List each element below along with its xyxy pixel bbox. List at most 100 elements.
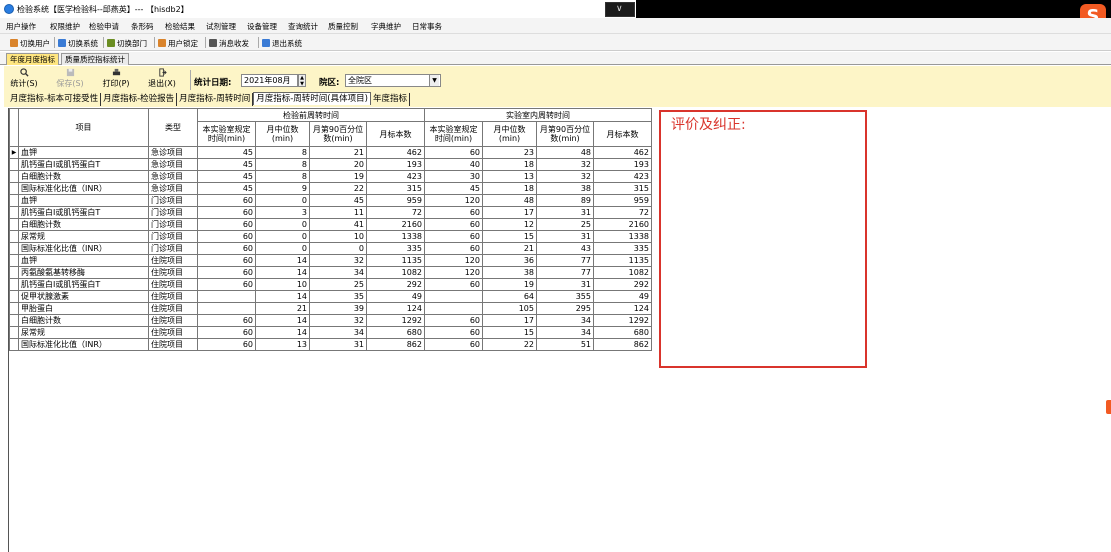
column-header-in-2[interactable]: 月第90百分位数(min) bbox=[536, 121, 594, 147]
cell-pre-1[interactable]: 0 bbox=[255, 230, 310, 243]
cell-in-3[interactable]: 462 bbox=[593, 146, 652, 159]
cell-item[interactable]: 血钾 bbox=[18, 146, 149, 159]
cell-type[interactable]: 急诊项目 bbox=[148, 146, 198, 159]
cell-pre-3[interactable]: 462 bbox=[366, 146, 425, 159]
toolbar-button-0[interactable]: 切换用户 bbox=[10, 38, 50, 49]
cell-in-2[interactable]: 43 bbox=[536, 242, 594, 255]
cell-pre-0[interactable]: 60 bbox=[197, 314, 256, 327]
row-indicator[interactable] bbox=[9, 338, 19, 351]
cell-pre-3[interactable]: 292 bbox=[366, 278, 425, 291]
cell-pre-0[interactable]: 60 bbox=[197, 218, 256, 231]
cell-type[interactable]: 急诊项目 bbox=[148, 158, 198, 171]
cell-in-2[interactable]: 38 bbox=[536, 182, 594, 195]
cell-pre-2[interactable]: 19 bbox=[309, 170, 367, 183]
table-row[interactable]: ▶ 血钾 急诊项目 45 8 21 462 60 23 48 462 bbox=[9, 146, 652, 159]
cell-pre-3[interactable]: 49 bbox=[366, 290, 425, 303]
sub-tab-4[interactable]: 年度指标 bbox=[371, 93, 410, 106]
cell-type[interactable]: 急诊项目 bbox=[148, 182, 198, 195]
save-button[interactable]: 保存(S) bbox=[50, 68, 90, 89]
cell-type[interactable]: 门诊项目 bbox=[148, 242, 198, 255]
cell-in-2[interactable]: 31 bbox=[536, 230, 594, 243]
cell-pre-1[interactable]: 14 bbox=[255, 254, 310, 267]
row-indicator[interactable] bbox=[9, 230, 19, 243]
cell-pre-1[interactable]: 21 bbox=[255, 302, 310, 315]
toolbar-button-5[interactable]: 退出系统 bbox=[262, 38, 302, 49]
cell-in-3[interactable]: 959 bbox=[593, 194, 652, 207]
cell-in-1[interactable]: 21 bbox=[482, 242, 537, 255]
table-row[interactable]: 促甲状腺激素 住院项目 14 35 49 64 355 49 bbox=[9, 290, 652, 303]
cell-in-0[interactable]: 60 bbox=[424, 146, 483, 159]
row-indicator[interactable] bbox=[9, 158, 19, 171]
cell-pre-2[interactable]: 34 bbox=[309, 326, 367, 339]
cell-pre-0[interactable]: 60 bbox=[197, 254, 256, 267]
table-row[interactable]: 肌钙蛋白I或肌钙蛋白T 门诊项目 60 3 11 72 60 17 31 72 bbox=[9, 206, 652, 219]
row-indicator[interactable] bbox=[9, 266, 19, 279]
cell-type[interactable]: 门诊项目 bbox=[148, 218, 198, 231]
cell-pre-1[interactable]: 8 bbox=[255, 158, 310, 171]
cell-pre-0[interactable]: 45 bbox=[197, 158, 256, 171]
toolbar-button-1[interactable]: 切换系统 bbox=[58, 38, 98, 49]
cell-in-0[interactable]: 60 bbox=[424, 242, 483, 255]
column-header-pre-1[interactable]: 月中位数(min) bbox=[255, 121, 310, 147]
cell-type[interactable]: 门诊项目 bbox=[148, 230, 198, 243]
toolbar-button-2[interactable]: 切换部门 bbox=[107, 38, 147, 49]
cell-item[interactable]: 国际标准化比值（INR） bbox=[18, 338, 149, 351]
column-header-item[interactable]: 项目 bbox=[18, 108, 149, 147]
cell-in-1[interactable]: 19 bbox=[482, 278, 537, 291]
cell-item[interactable]: 甲胎蛋白 bbox=[18, 302, 149, 315]
row-indicator[interactable] bbox=[9, 302, 19, 315]
cell-in-1[interactable]: 22 bbox=[482, 338, 537, 351]
column-header-in-0[interactable]: 本实验室规定时间(min) bbox=[424, 121, 483, 147]
table-row[interactable]: 肌钙蛋白I或肌钙蛋白T 住院项目 60 10 25 292 60 19 31 292 bbox=[9, 278, 652, 291]
cell-pre-3[interactable]: 680 bbox=[366, 326, 425, 339]
cell-pre-0[interactable]: 60 bbox=[197, 266, 256, 279]
menu-item-1[interactable]: 权限维护 bbox=[50, 21, 80, 32]
cell-in-2[interactable]: 295 bbox=[536, 302, 594, 315]
cell-in-0[interactable]: 60 bbox=[424, 338, 483, 351]
cell-pre-1[interactable]: 9 bbox=[255, 182, 310, 195]
cell-pre-2[interactable]: 10 bbox=[309, 230, 367, 243]
cell-item[interactable]: 白细胞计数 bbox=[18, 218, 149, 231]
table-row[interactable]: 甲胎蛋白 住院项目 21 39 124 105 295 124 bbox=[9, 302, 652, 315]
sub-tab-2[interactable]: 月度指标-周转时间 bbox=[177, 93, 254, 106]
menu-item-2[interactable]: 检验申请 bbox=[89, 21, 119, 32]
row-indicator[interactable]: ▶ bbox=[9, 146, 19, 159]
cell-in-1[interactable]: 12 bbox=[482, 218, 537, 231]
cell-pre-3[interactable]: 193 bbox=[366, 158, 425, 171]
cell-in-3[interactable]: 862 bbox=[593, 338, 652, 351]
cell-in-3[interactable]: 2160 bbox=[593, 218, 652, 231]
cell-type[interactable]: 住院项目 bbox=[148, 278, 198, 291]
cell-in-0[interactable]: 40 bbox=[424, 158, 483, 171]
minimize-button[interactable]: ∨ bbox=[605, 2, 635, 17]
cell-in-1[interactable]: 64 bbox=[482, 290, 537, 303]
cell-item[interactable]: 尿常规 bbox=[18, 230, 149, 243]
cell-type[interactable]: 住院项目 bbox=[148, 326, 198, 339]
row-indicator[interactable] bbox=[9, 218, 19, 231]
cell-pre-3[interactable]: 72 bbox=[366, 206, 425, 219]
cell-in-1[interactable]: 38 bbox=[482, 266, 537, 279]
cell-in-1[interactable]: 36 bbox=[482, 254, 537, 267]
cell-pre-1[interactable]: 14 bbox=[255, 326, 310, 339]
toolbar-button-4[interactable]: 消息收发 bbox=[209, 38, 249, 49]
cell-pre-0[interactable]: 45 bbox=[197, 146, 256, 159]
cell-type[interactable]: 住院项目 bbox=[148, 302, 198, 315]
cell-pre-1[interactable]: 10 bbox=[255, 278, 310, 291]
cell-pre-0[interactable] bbox=[197, 290, 256, 303]
cell-in-2[interactable]: 77 bbox=[536, 254, 594, 267]
table-row[interactable]: 白细胞计数 住院项目 60 14 32 1292 60 17 34 1292 bbox=[9, 314, 652, 327]
cell-pre-3[interactable]: 1338 bbox=[366, 230, 425, 243]
cell-pre-3[interactable]: 423 bbox=[366, 170, 425, 183]
cell-in-1[interactable]: 18 bbox=[482, 158, 537, 171]
cell-in-0[interactable] bbox=[424, 302, 483, 315]
table-row[interactable]: 血钾 住院项目 60 14 32 1135 120 36 77 1135 bbox=[9, 254, 652, 267]
date-spinner[interactable]: ▲ ▼ bbox=[298, 74, 306, 87]
cell-pre-3[interactable]: 335 bbox=[366, 242, 425, 255]
table-row[interactable]: 肌钙蛋白I或肌钙蛋白T 急诊项目 45 8 20 193 40 18 32 193 bbox=[9, 158, 652, 171]
cell-pre-3[interactable]: 1135 bbox=[366, 254, 425, 267]
cell-in-2[interactable]: 34 bbox=[536, 314, 594, 327]
cell-item[interactable]: 白细胞计数 bbox=[18, 314, 149, 327]
cell-pre-0[interactable]: 60 bbox=[197, 278, 256, 291]
date-field[interactable]: 2021年08月 bbox=[241, 74, 298, 87]
main-tab-1[interactable]: 质量质控指标统计 bbox=[61, 53, 129, 65]
row-indicator[interactable] bbox=[9, 314, 19, 327]
